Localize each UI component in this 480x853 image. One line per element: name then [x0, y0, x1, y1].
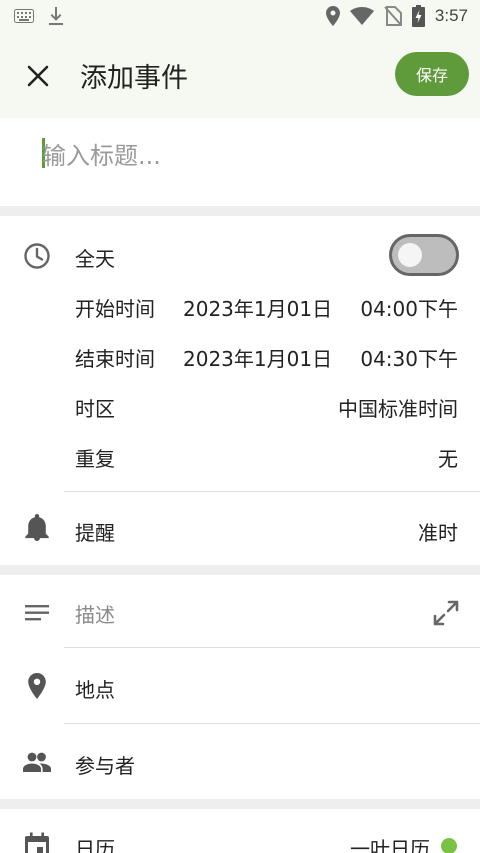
- location-status-icon: [325, 6, 340, 26]
- description-field[interactable]: 描述: [75, 599, 115, 628]
- battery-charging-icon: [411, 5, 425, 27]
- no-sim-icon: [384, 6, 402, 26]
- toggle-knob: [398, 243, 422, 267]
- timezone-label[interactable]: 时区: [75, 393, 115, 422]
- keyboard-icon: [14, 9, 34, 23]
- all-day-toggle[interactable]: [389, 234, 459, 276]
- status-bar: 3:57: [0, 0, 480, 34]
- download-icon: [49, 7, 63, 25]
- people-icon: [23, 752, 51, 772]
- calendar-color-dot: [441, 838, 457, 853]
- end-date-value[interactable]: 2023年1月01日: [183, 343, 332, 372]
- location-field[interactable]: 地点: [75, 674, 115, 703]
- calendar-value[interactable]: 一叶日历: [350, 833, 430, 853]
- reminder-label[interactable]: 提醒: [75, 517, 115, 546]
- close-icon: [27, 65, 49, 87]
- reminder-value[interactable]: 准时: [418, 517, 458, 546]
- clock-icon: [24, 243, 50, 269]
- row-divider: [64, 647, 480, 648]
- repeat-value[interactable]: 无: [438, 443, 458, 472]
- timezone-value[interactable]: 中国标准时间: [338, 393, 458, 422]
- section-divider: [0, 565, 480, 575]
- attendees-field[interactable]: 参与者: [75, 750, 135, 779]
- save-button[interactable]: 保存: [395, 52, 469, 96]
- status-time: 3:57: [434, 6, 468, 25]
- repeat-label[interactable]: 重复: [75, 443, 115, 472]
- calendar-label: 日历: [75, 837, 115, 853]
- title-section: [0, 118, 480, 206]
- bell-icon: [25, 514, 49, 541]
- end-time-value[interactable]: 04:30下午: [360, 343, 458, 372]
- start-time-label: 开始时间: [75, 297, 155, 321]
- wifi-icon: [349, 7, 374, 25]
- end-time-label: 结束时间: [75, 347, 155, 371]
- start-time-value[interactable]: 04:00下午: [360, 293, 458, 322]
- app-bar: 添加事件 保存: [0, 34, 480, 118]
- expand-icon: [433, 600, 459, 626]
- page-title: 添加事件: [80, 63, 188, 94]
- section-divider: [0, 206, 480, 216]
- row-divider: [64, 723, 480, 724]
- title-input[interactable]: [42, 138, 442, 174]
- all-day-label: 全天: [75, 247, 115, 271]
- notes-icon: [25, 605, 49, 621]
- location-pin-icon: [28, 673, 46, 699]
- section-divider: [0, 799, 480, 809]
- row-divider: [64, 491, 480, 492]
- calendar-icon: [25, 832, 49, 853]
- start-date-value[interactable]: 2023年1月01日: [183, 293, 332, 322]
- expand-button[interactable]: [431, 598, 461, 628]
- close-button[interactable]: [20, 58, 56, 94]
